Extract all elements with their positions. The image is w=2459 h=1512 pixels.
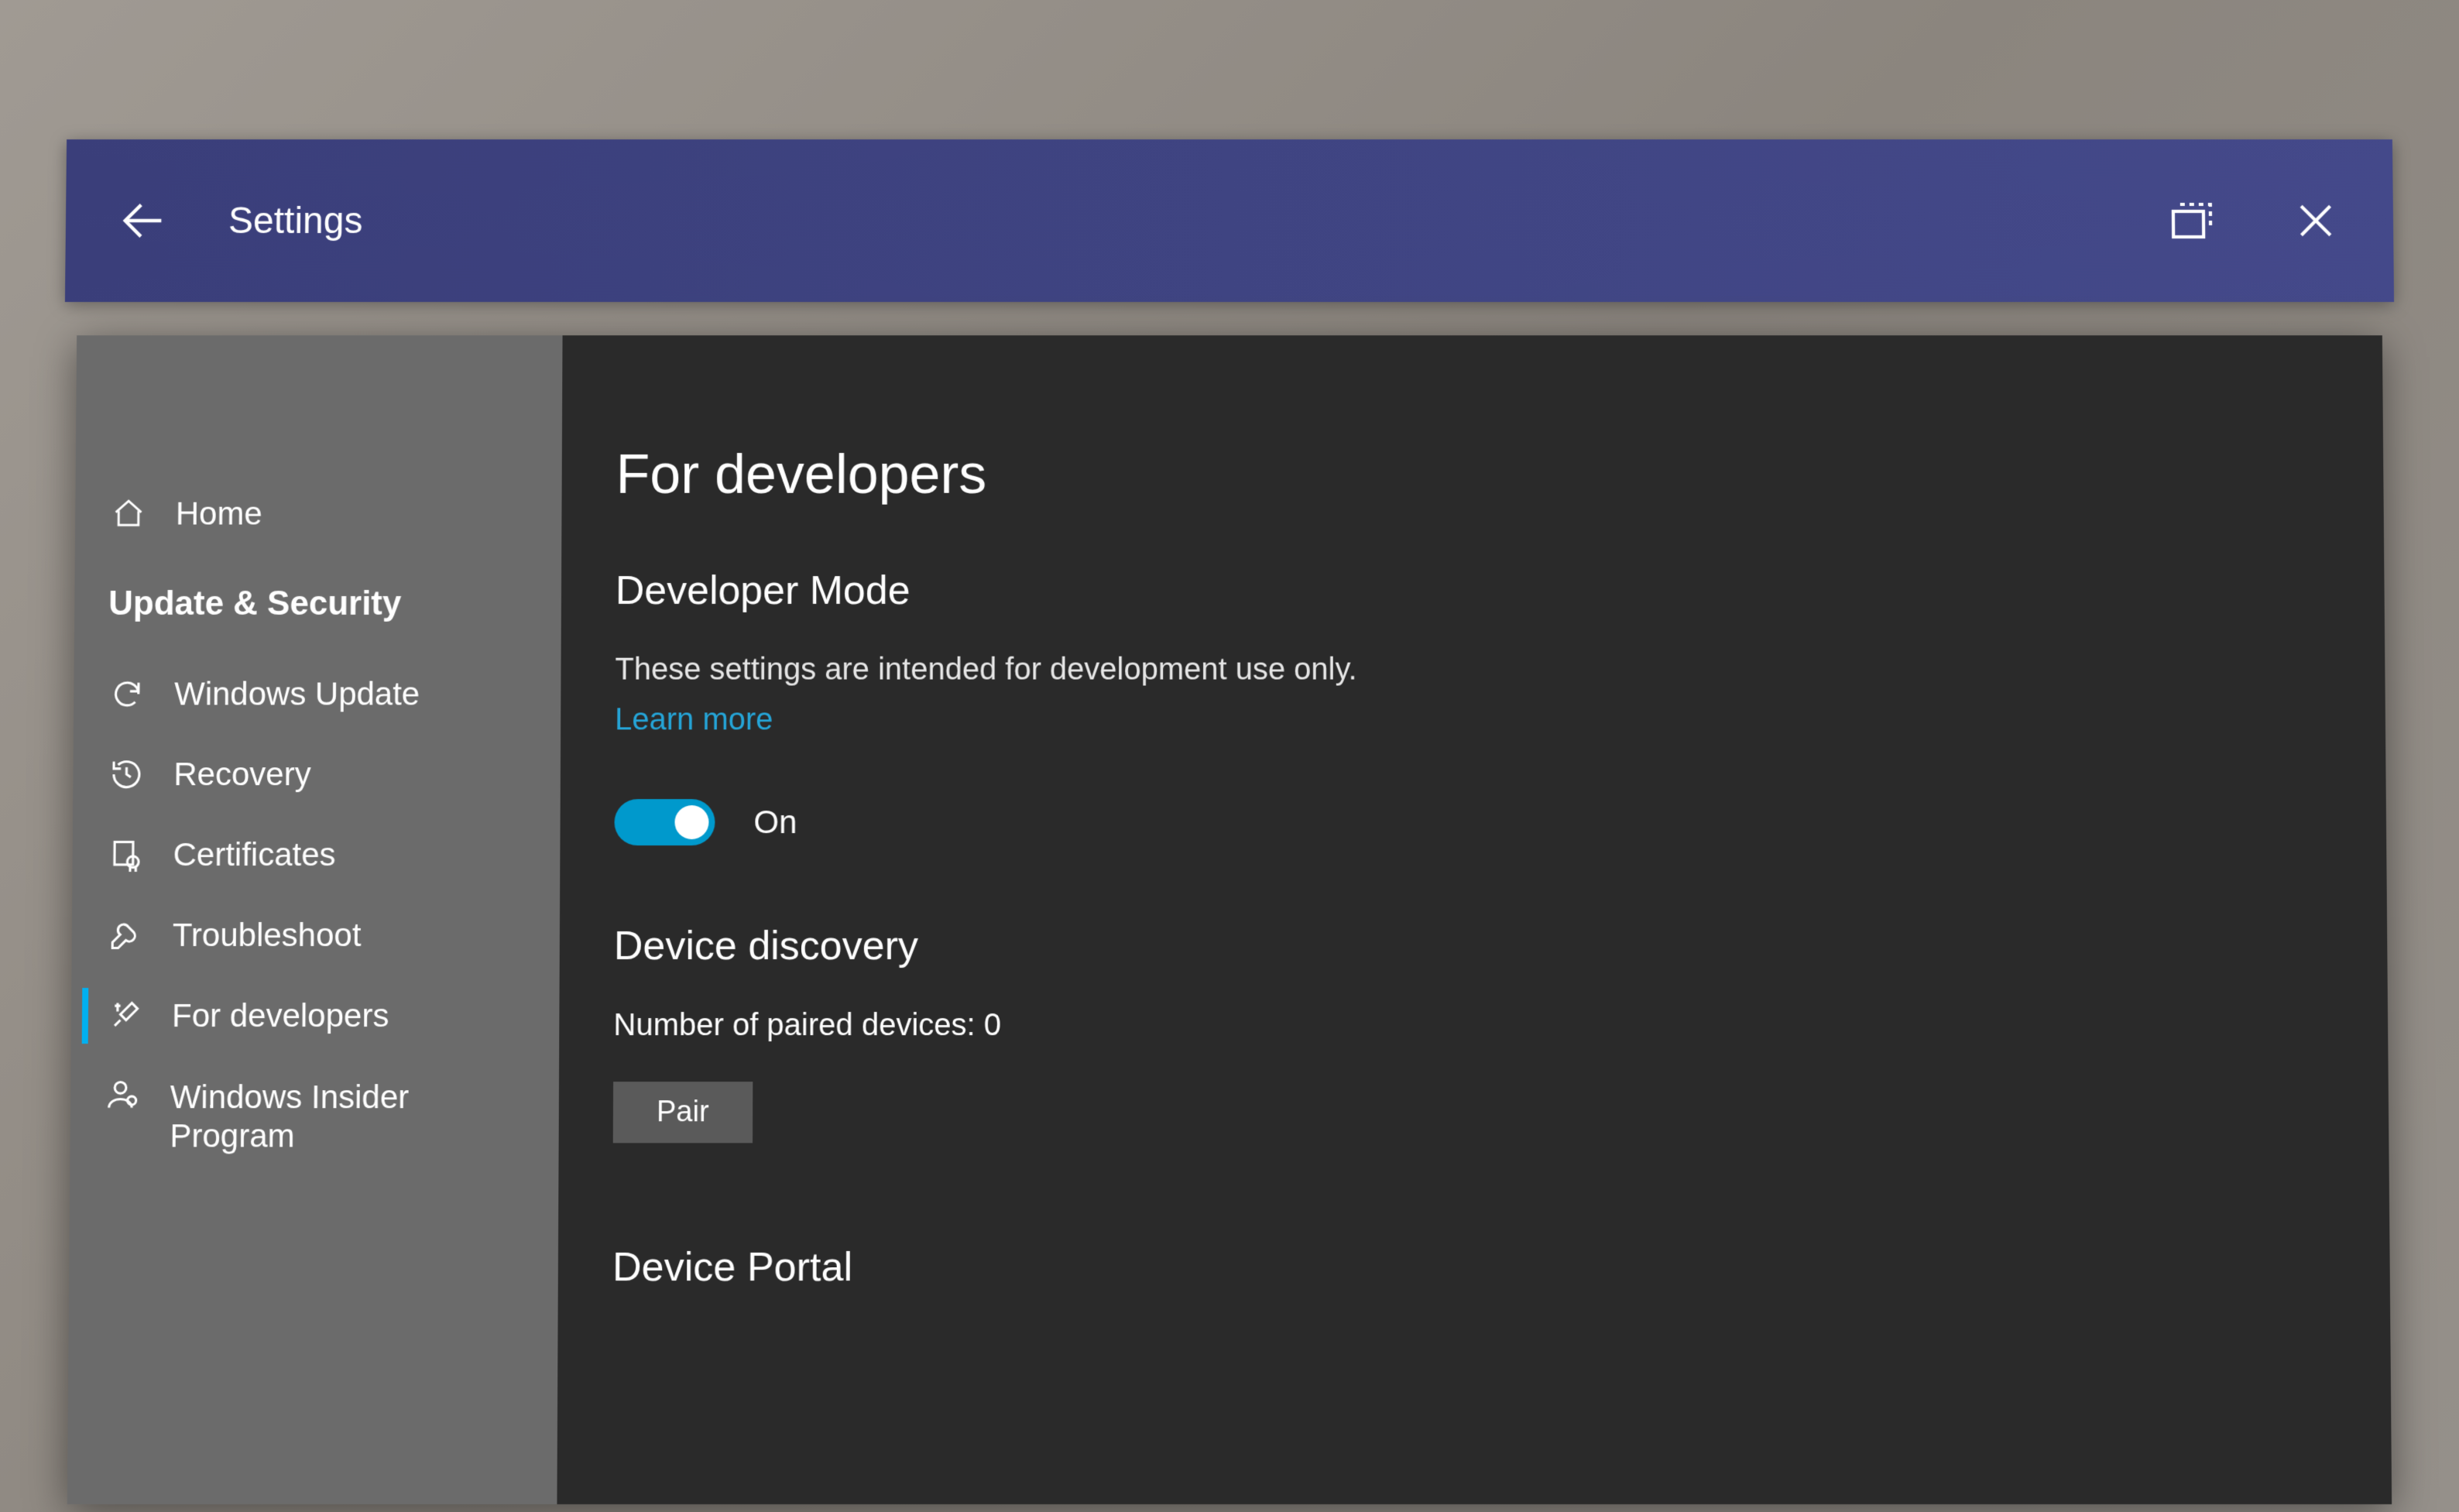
sidebar-item-label: For developers	[172, 997, 389, 1034]
developer-mode-toggle[interactable]	[614, 799, 715, 845]
page-title: For developers	[616, 443, 2330, 506]
wrench-icon	[106, 918, 145, 952]
settings-window: Home Update & Security Windows Update Re…	[67, 335, 2392, 1504]
history-icon	[107, 757, 146, 791]
sidebar: Home Update & Security Windows Update Re…	[67, 335, 563, 1504]
titlebar: Settings	[65, 139, 2394, 302]
close-icon	[2291, 196, 2341, 245]
arrow-left-icon	[116, 194, 171, 248]
resize-icon	[2164, 193, 2221, 249]
home-icon	[109, 497, 148, 531]
toggle-knob	[674, 805, 708, 839]
sidebar-item-label: Troubleshoot	[173, 917, 362, 954]
sidebar-item-certificates[interactable]: Certificates	[72, 814, 560, 895]
section-heading-device-portal: Device Portal	[612, 1236, 2336, 1291]
developer-mode-description: These settings are intended for developm…	[615, 653, 2330, 687]
sidebar-item-windows-insider[interactable]: Windows Insider Program	[70, 1056, 559, 1178]
close-button[interactable]	[2285, 190, 2348, 252]
tools-icon	[105, 999, 144, 1033]
sidebar-item-for-developers[interactable]: For developers	[71, 975, 560, 1056]
sidebar-item-label: Certificates	[173, 836, 335, 873]
sidebar-item-recovery[interactable]: Recovery	[73, 734, 561, 814]
paired-devices-count: Number of paired devices: 0	[613, 1008, 2334, 1043]
sidebar-item-label: Windows Update	[174, 676, 420, 713]
content-area: For developers Developer Mode These sett…	[557, 335, 2392, 1504]
app-title: Settings	[228, 200, 2161, 242]
titlebar-actions	[2161, 190, 2348, 252]
resize-button[interactable]	[2161, 190, 2224, 252]
pair-button[interactable]: Pair	[613, 1082, 753, 1143]
section-heading-developer-mode: Developer Mode	[616, 567, 2330, 614]
sidebar-item-windows-update[interactable]: Windows Update	[74, 654, 561, 735]
sidebar-home[interactable]: Home	[75, 474, 562, 554]
section-heading-device-discovery: Device discovery	[614, 923, 2334, 969]
certificate-icon	[106, 838, 145, 872]
sidebar-item-label: Windows Insider Program	[170, 1078, 531, 1156]
sidebar-category: Update & Security	[74, 554, 561, 653]
back-button[interactable]	[112, 190, 175, 252]
developer-mode-toggle-row: On	[614, 799, 2332, 845]
sidebar-item-troubleshoot[interactable]: Troubleshoot	[71, 895, 560, 975]
sidebar-item-label: Recovery	[173, 756, 311, 793]
person-icon	[105, 1078, 142, 1112]
toggle-state-label: On	[753, 804, 797, 841]
sync-icon	[108, 677, 146, 711]
learn-more-link[interactable]: Learn more	[615, 702, 773, 737]
sidebar-home-label: Home	[176, 495, 262, 533]
